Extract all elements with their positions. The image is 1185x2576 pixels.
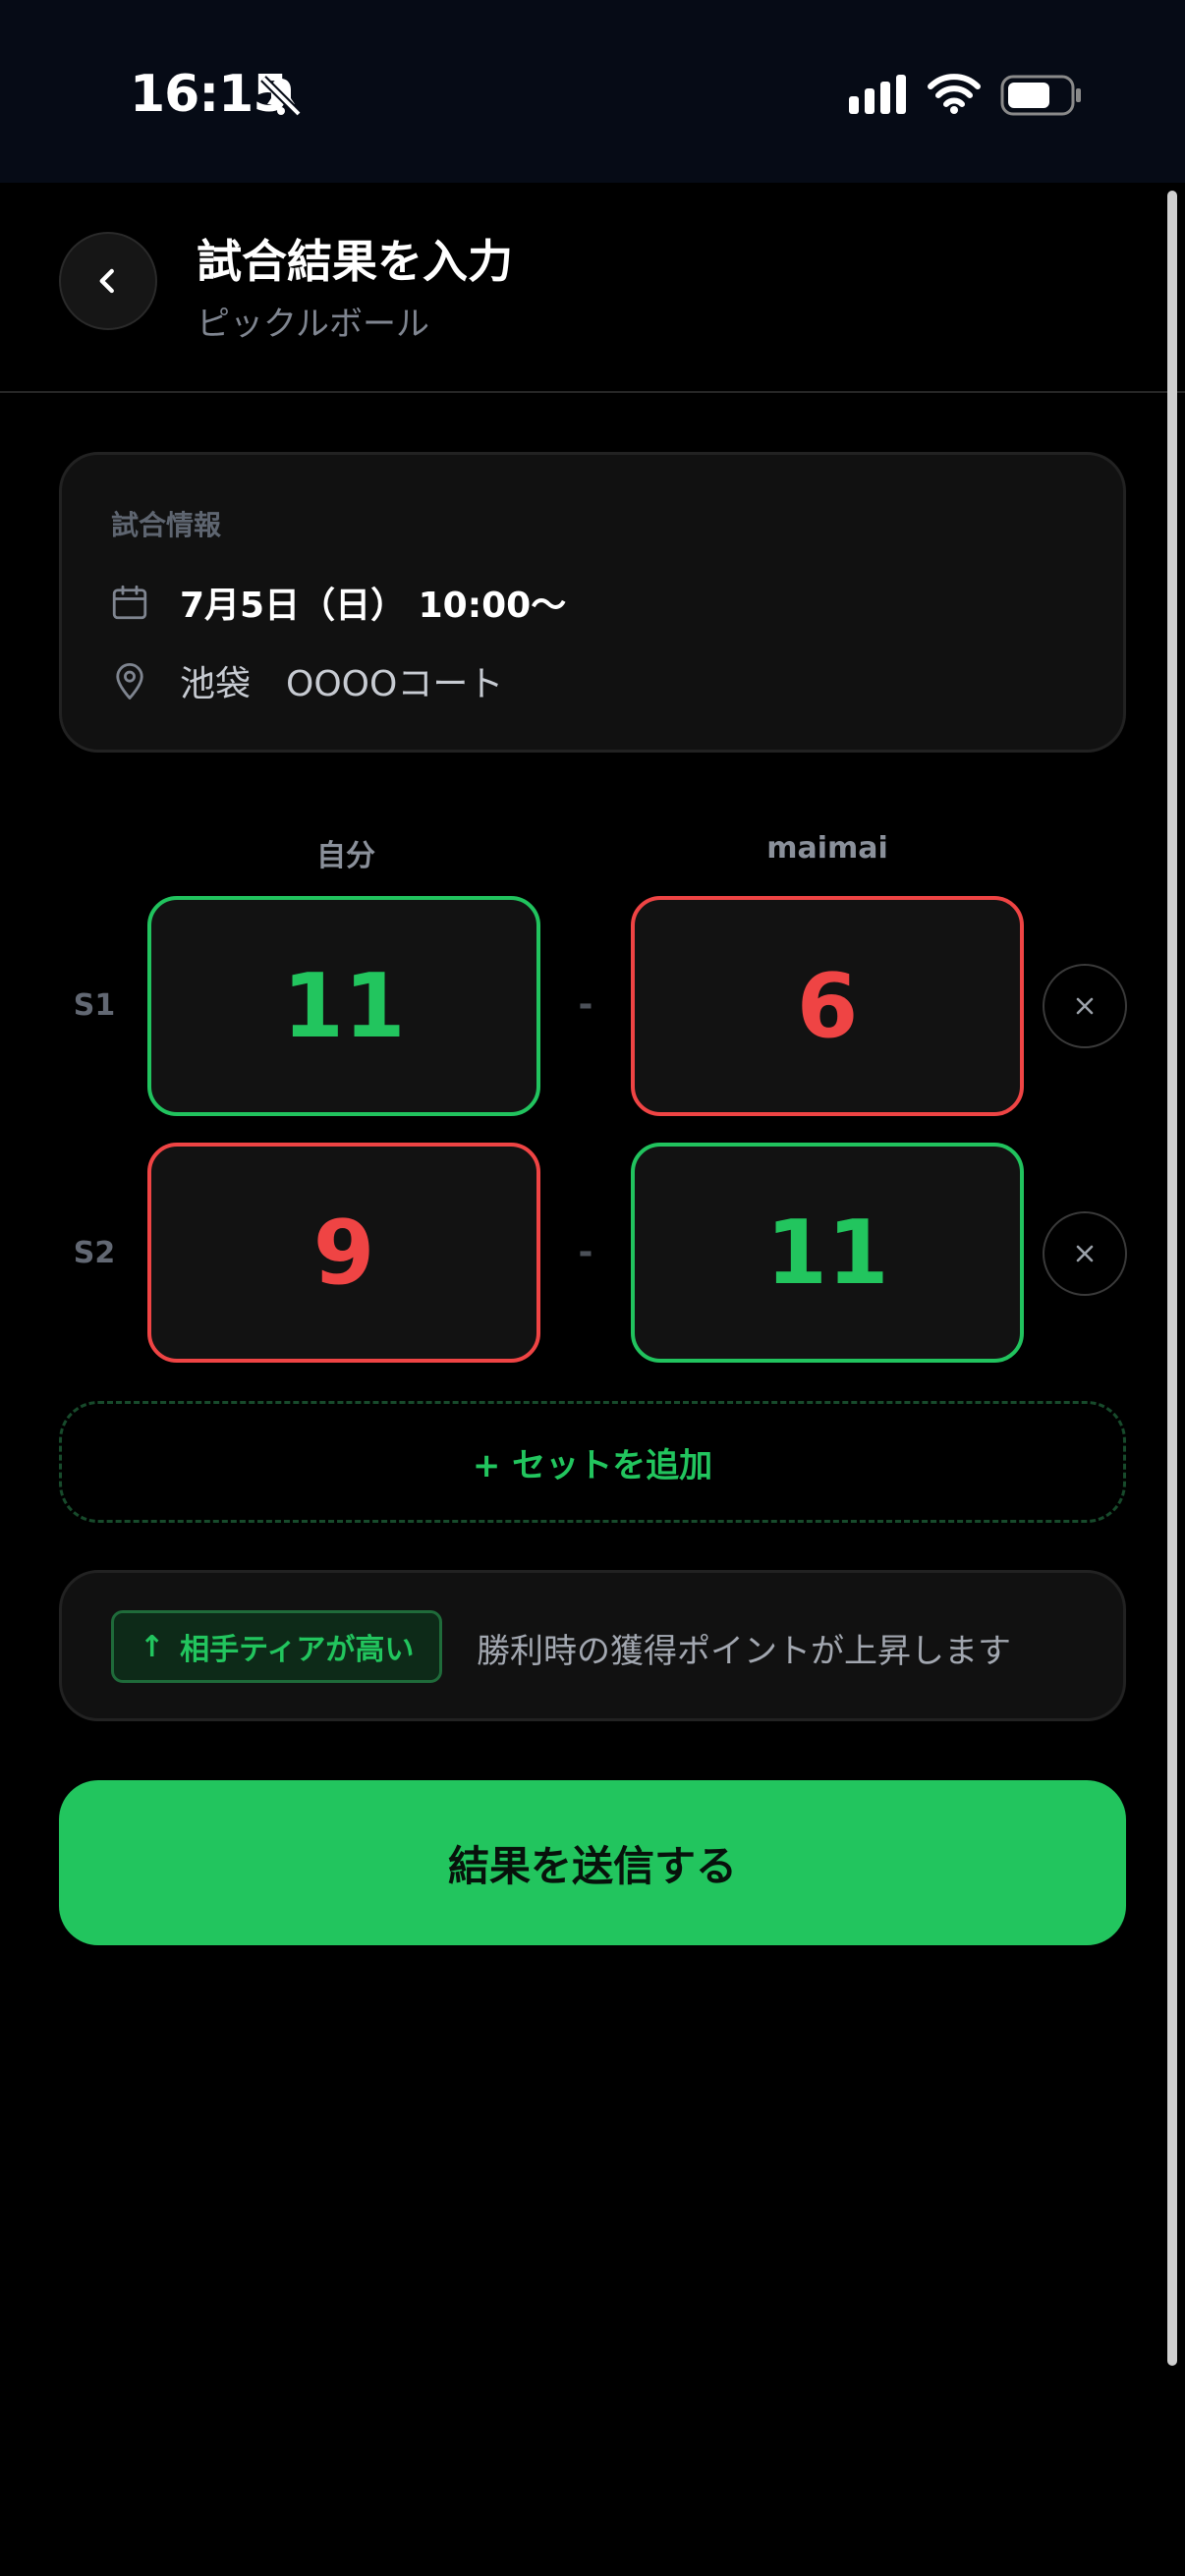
page-subtitle: ピックルボール	[197, 305, 429, 344]
match-place-row: 池袋 OOOOコート	[109, 655, 503, 706]
add-set-label: + セットを追加	[472, 1445, 713, 1485]
back-button[interactable]	[59, 232, 157, 330]
silent-bell-icon	[260, 76, 302, 117]
self-score-input[interactable]: 11	[147, 896, 540, 1116]
page-title: 試合結果を入力	[197, 235, 513, 288]
tier-badge-label: 相手ティアが高い	[180, 1633, 415, 1667]
submit-label: 結果を送信する	[447, 1841, 737, 1890]
match-info-label: 試合情報	[111, 509, 222, 541]
scrollbar[interactable]	[1167, 191, 1177, 2366]
battery-icon	[1000, 75, 1081, 116]
score-separator: -	[578, 984, 593, 1025]
match-info-card: 試合情報 7月5日（日） 10:00〜 池袋 OOOOコート	[59, 452, 1126, 753]
submit-result-button[interactable]: 結果を送信する	[59, 1780, 1126, 1945]
score-separator: -	[578, 1232, 593, 1272]
opponent-score-input[interactable]: 6	[631, 896, 1024, 1116]
page-header: 試合結果を入力 ピックルボール	[0, 183, 1185, 393]
set-label: S2	[73, 1236, 116, 1270]
close-icon	[1076, 997, 1094, 1015]
match-place: 池袋 OOOOコート	[180, 664, 504, 704]
calendar-icon	[112, 585, 147, 620]
wifi-icon	[928, 74, 981, 114]
tier-message: 勝利時の獲得ポイントが上昇します	[477, 1632, 1011, 1671]
set-label: S1	[73, 988, 116, 1023]
chevron-left-icon	[99, 268, 114, 294]
remove-set-button[interactable]	[1043, 1211, 1127, 1296]
tier-badge: ↑ 相手ティアが高い	[111, 1610, 443, 1683]
arrow-up-icon: ↑	[140, 1629, 165, 1664]
status-bar: 16:15	[0, 0, 1185, 183]
self-score-input[interactable]: 9	[147, 1143, 540, 1363]
match-date-row: 7月5日（日） 10:00〜	[109, 577, 566, 628]
remove-set-button[interactable]	[1043, 964, 1127, 1048]
player-self-label: 自分	[316, 839, 375, 873]
add-set-button[interactable]: + セットを追加	[59, 1401, 1126, 1523]
cellular-signal-icon	[849, 75, 906, 114]
player-opponent-label: maimai	[766, 831, 888, 866]
opponent-score-input[interactable]: 11	[631, 1143, 1024, 1363]
close-icon	[1076, 1245, 1094, 1262]
tier-info-card: ↑ 相手ティアが高い 勝利時の獲得ポイントが上昇します	[59, 1570, 1126, 1721]
location-pin-icon	[116, 662, 143, 700]
match-date: 7月5日（日） 10:00〜	[180, 586, 567, 626]
